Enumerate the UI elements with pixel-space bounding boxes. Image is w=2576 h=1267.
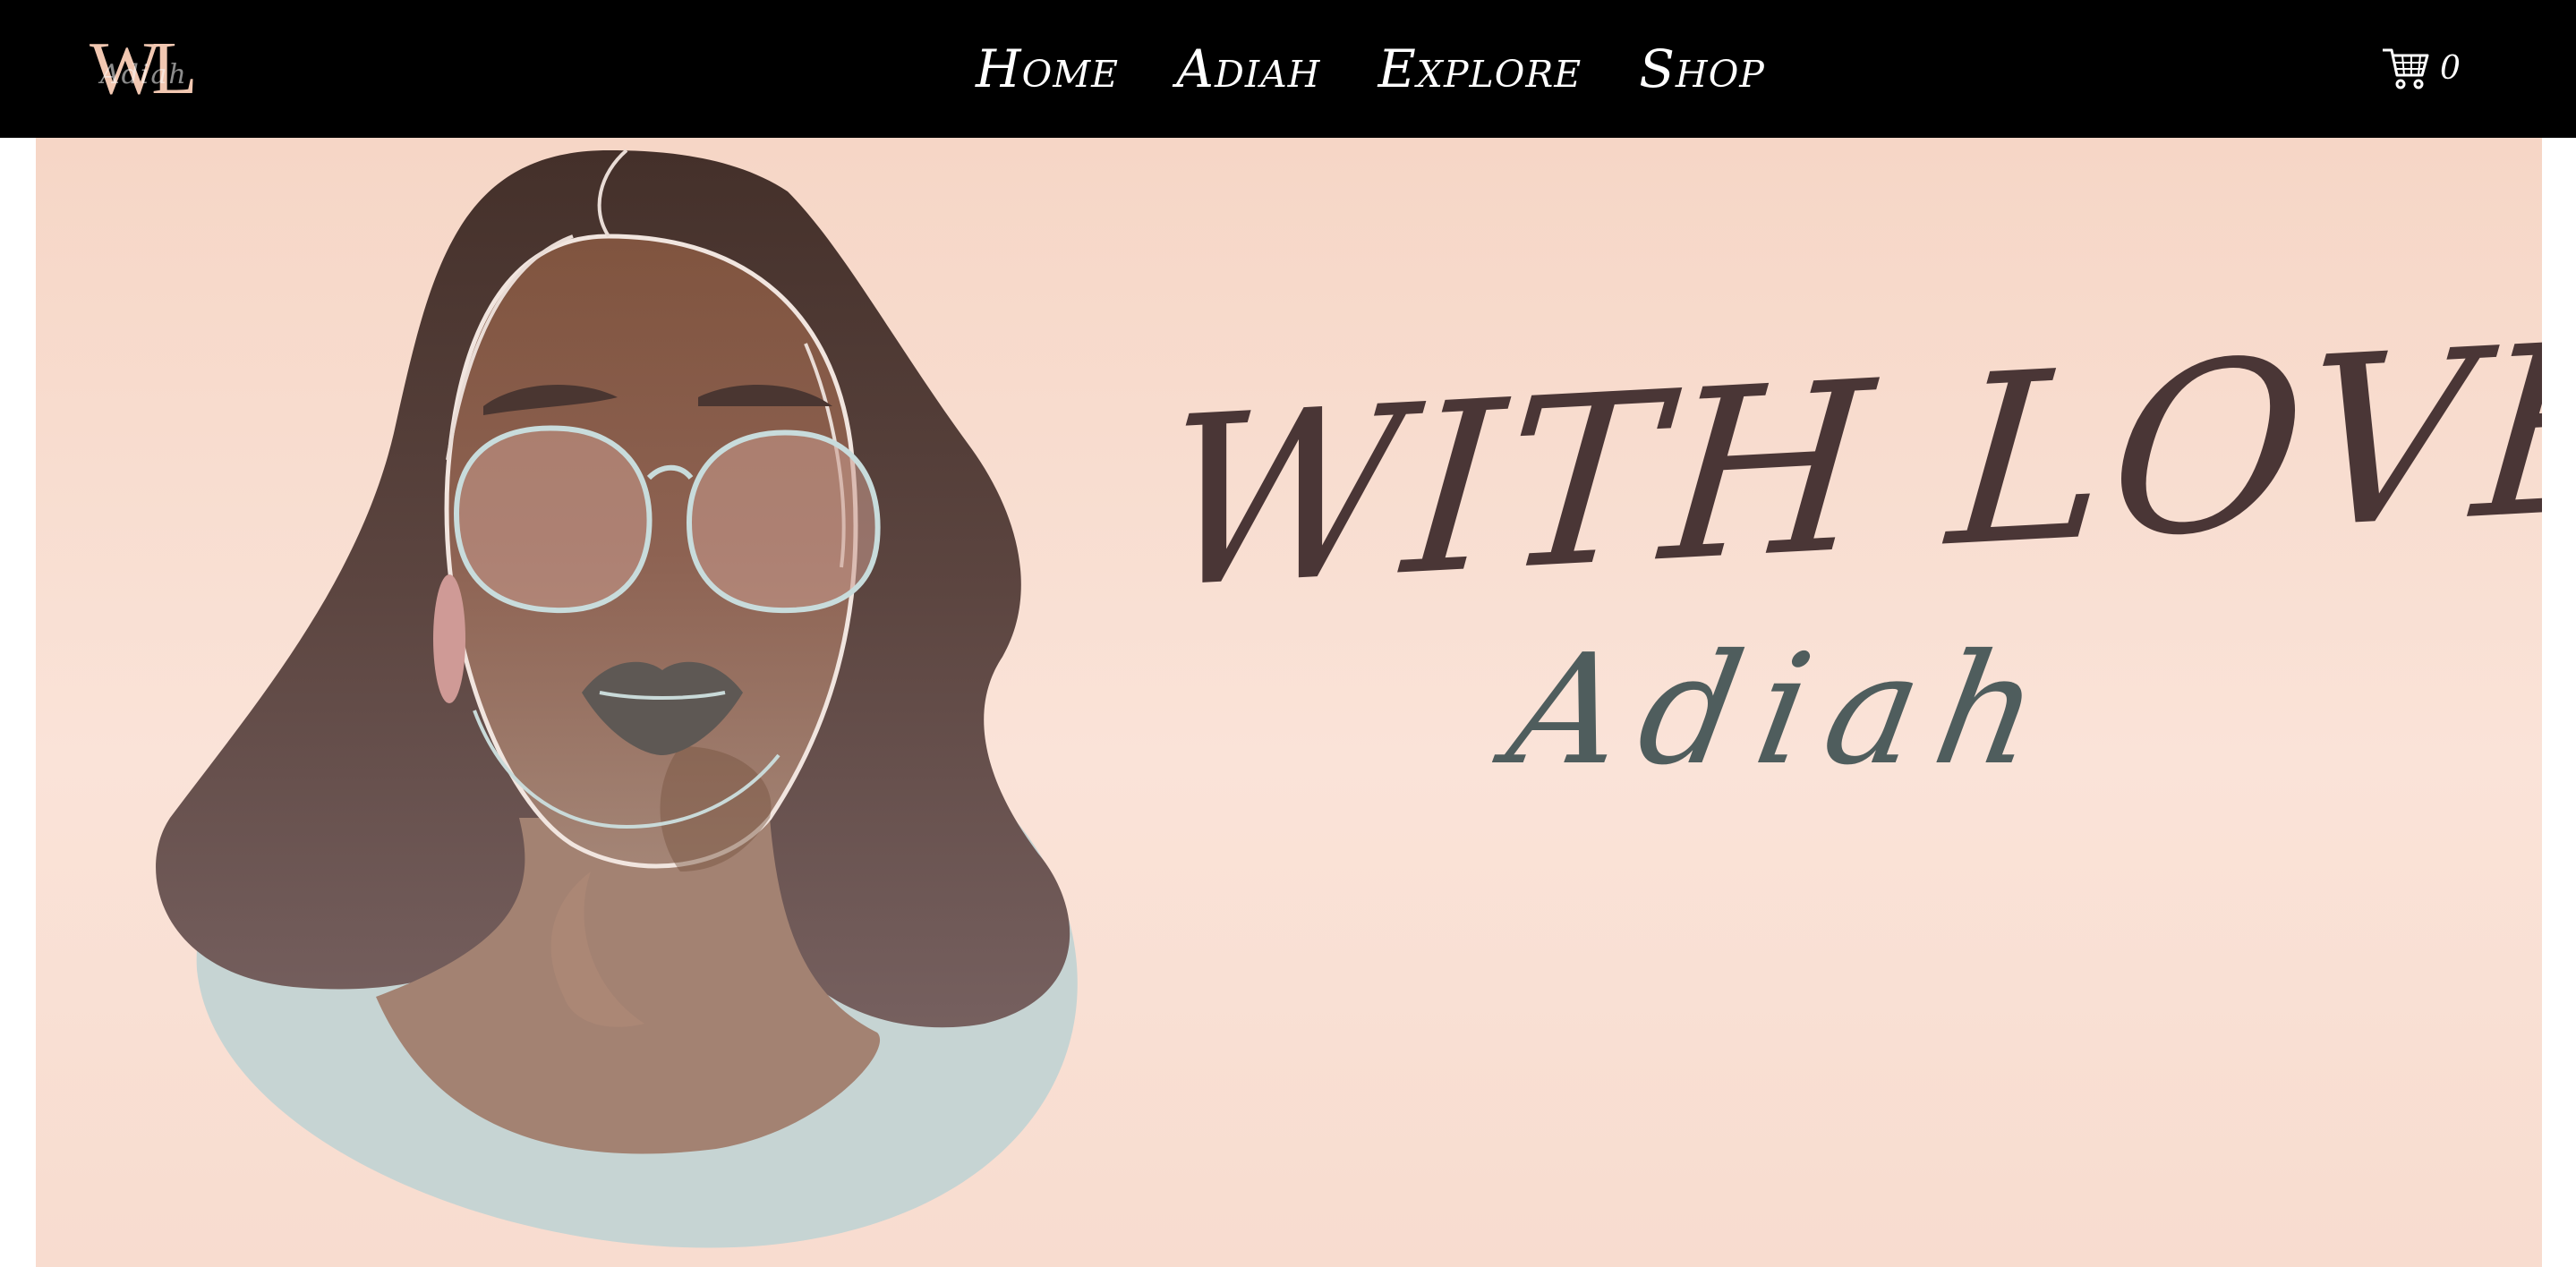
nav-adiah-link[interactable]: Adiah: [1176, 38, 1320, 99]
nav-shop-link[interactable]: Shop: [1639, 38, 1765, 99]
nav-explore-link[interactable]: Explore: [1378, 38, 1582, 99]
cart-button[interactable]: 0: [2381, 43, 2461, 93]
nav-home-link[interactable]: Home: [976, 38, 1119, 99]
top-nav-bar: WL Adiah Home Adiah Explore Shop 0: [0, 0, 2576, 138]
site-logo[interactable]: WL Adiah: [90, 30, 251, 107]
logo-script: Adiah: [100, 59, 188, 90]
cart-count: 0: [2440, 49, 2461, 87]
cart-icon: [2383, 48, 2429, 89]
portrait-illustration: [156, 149, 1078, 1248]
hero-subtitle: Adiah: [1497, 622, 2072, 799]
earring: [433, 574, 465, 703]
hero-banner: WITH LOVE, Adiah: [36, 138, 2542, 1267]
hero-title: WITH LOVE,: [1151, 286, 2542, 641]
main-nav: Home Adiah Explore Shop: [976, 30, 1765, 107]
